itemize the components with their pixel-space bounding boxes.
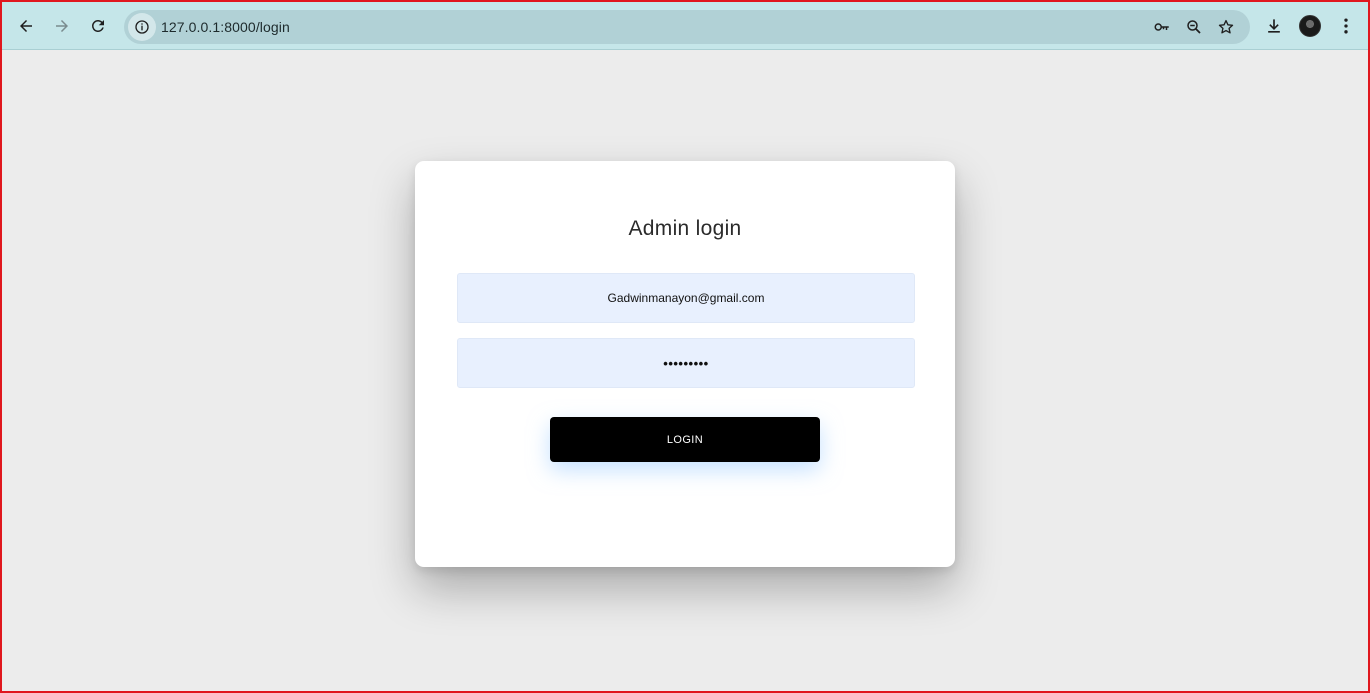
password-field[interactable]: ••••••••• xyxy=(457,338,915,388)
login-button[interactable]: LOGIN xyxy=(550,417,820,462)
password-manager-button[interactable] xyxy=(1150,15,1174,39)
reload-icon xyxy=(91,19,104,32)
zoom-button[interactable] xyxy=(1182,15,1206,39)
browser-menu-button[interactable] xyxy=(1333,13,1359,39)
arrow-right-icon xyxy=(56,20,68,32)
forward-button[interactable] xyxy=(48,12,76,40)
star-icon xyxy=(1218,19,1234,34)
url-text[interactable]: 127.0.0.1:8000/login xyxy=(161,19,290,35)
bookmark-button[interactable] xyxy=(1214,15,1238,39)
arrow-left-icon xyxy=(20,20,32,32)
kebab-menu-icon xyxy=(1344,18,1348,34)
downloads-button[interactable] xyxy=(1261,13,1287,39)
address-bar[interactable]: 127.0.0.1:8000/login xyxy=(124,10,1250,44)
browser-window: 127.0.0.1:8000/login Admin login Gadwinm… xyxy=(0,0,1370,693)
page-title: Admin login xyxy=(628,217,742,240)
download-icon xyxy=(1268,19,1280,33)
reload-button[interactable] xyxy=(84,12,112,40)
browser-toolbar: 127.0.0.1:8000/login xyxy=(2,2,1368,50)
key-icon xyxy=(1154,23,1169,31)
zoom-out-icon xyxy=(1187,20,1201,34)
email-field[interactable]: Gadwinmanayon@gmail.com xyxy=(457,273,915,323)
site-info-button[interactable] xyxy=(128,13,156,41)
back-button[interactable] xyxy=(12,12,40,40)
login-card: Admin login Gadwinmanayon@gmail.com ••••… xyxy=(415,161,955,567)
page-content: Admin login Gadwinmanayon@gmail.com ••••… xyxy=(2,51,1368,691)
profile-button[interactable] xyxy=(1297,13,1323,39)
avatar xyxy=(1299,15,1321,37)
info-icon xyxy=(135,20,149,34)
